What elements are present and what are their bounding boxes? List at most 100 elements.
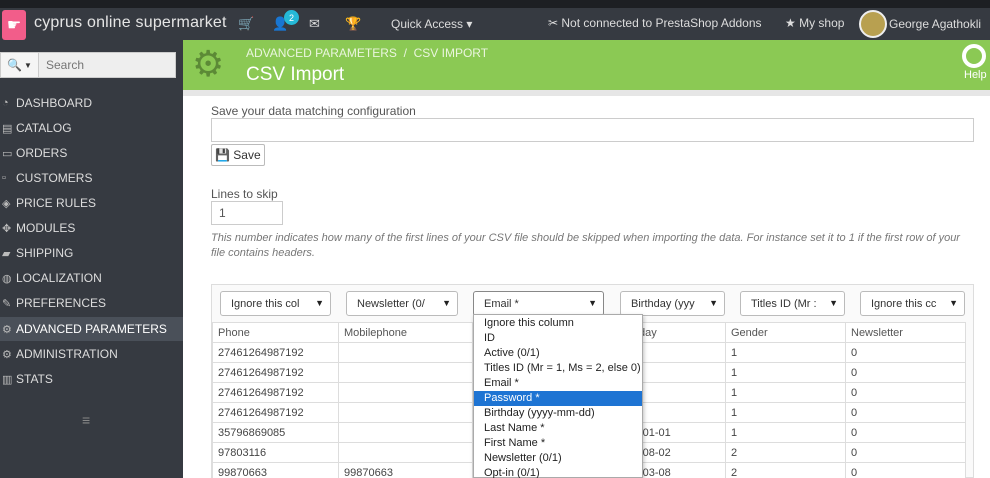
table-cell: 1	[725, 422, 846, 443]
sidebar-item-catalog[interactable]: ▤ CATALOG	[0, 116, 183, 140]
breadcrumb-separator: /	[403, 46, 407, 60]
browser-strip	[0, 0, 990, 8]
dropdown-option[interactable]: Last Name *	[474, 421, 642, 436]
dropdown-option[interactable]: Titles ID (Mr = 1, Ms = 2, else 0)	[474, 361, 642, 376]
table-cell: 27461264987192	[212, 342, 339, 363]
column-select-3[interactable]: Email * ▼	[473, 291, 604, 316]
column-select-2[interactable]: Newsletter (0/ ▼	[346, 291, 458, 316]
page-title: CSV Import	[246, 64, 345, 85]
wrench-icon: ✎	[2, 297, 12, 310]
lines-to-skip-help: This number indicates how many of the fi…	[211, 232, 960, 259]
breadcrumb-parent[interactable]: ADVANCED PARAMETERS	[246, 46, 397, 60]
cart-icon[interactable]: 🛒	[238, 16, 254, 32]
search-type-button[interactable]: 🔍 ▼	[1, 53, 39, 77]
dropdown-option[interactable]: Newsletter (0/1)	[474, 451, 642, 466]
notification-badge: 2	[284, 10, 299, 25]
sidebar-item-localization[interactable]: ◍ LOCALIZATION	[0, 266, 183, 290]
customers-icon: ▫	[2, 172, 6, 184]
dropdown-option-highlighted[interactable]: Password *	[474, 391, 642, 406]
prestashop-logo-icon[interactable]: ☛	[2, 10, 26, 40]
column-select-1[interactable]: Ignore this col ▼	[220, 291, 331, 316]
trophy-icon[interactable]: 🏆	[345, 16, 361, 32]
sidebar-item-label: SHIPPING	[16, 246, 74, 260]
table-cell	[338, 402, 473, 423]
breadcrumb: ADVANCED PARAMETERS / CSV IMPORT	[246, 46, 488, 60]
sidebar-item-label: DASHBOARD	[16, 96, 93, 110]
table-cell: 2	[725, 462, 846, 478]
envelope-icon[interactable]: ✉	[309, 16, 320, 32]
globe-icon: ◍	[2, 272, 12, 285]
table-cell: 1	[725, 342, 846, 363]
shop-name[interactable]: cyprus online supermarket	[34, 14, 227, 32]
sidebar-item-label: LOCALIZATION	[16, 271, 102, 285]
sidebar-item-dashboard[interactable]: ◔ DASHBOARD	[0, 91, 183, 115]
select-value: Ignore this col	[231, 297, 300, 310]
sidebar-item-administration[interactable]: ⚙ ADMINISTRATION	[0, 342, 183, 366]
column-select-dropdown-list: Ignore this column ID Active (0/1) Title…	[473, 314, 643, 478]
select-value: Ignore this cc	[871, 297, 937, 310]
table-cell	[633, 342, 726, 363]
help-lifebuoy-icon[interactable]	[962, 44, 986, 68]
caret-down-icon: ▼	[709, 298, 718, 308]
sidebar-item-stats[interactable]: ▥ STATS	[0, 367, 183, 391]
sidebar-item-price-rules[interactable]: ◈ PRICE RULES	[0, 191, 183, 215]
dropdown-option[interactable]: First Name *	[474, 436, 642, 451]
table-cell	[338, 442, 473, 463]
table-cell: 0	[845, 382, 966, 403]
lines-to-skip-input[interactable]: 1	[211, 201, 283, 225]
menu-collapse-icon[interactable]: ≡	[82, 412, 90, 428]
config-name-input[interactable]	[211, 118, 974, 142]
gears-icon: ⚙	[192, 43, 225, 84]
quick-access-menu[interactable]: Quick Access ▾	[391, 17, 472, 31]
column-select-4[interactable]: Birthday (yyy ▼	[620, 291, 725, 316]
table-cell: 0	[845, 362, 966, 383]
dropdown-option[interactable]: Ignore this column	[474, 316, 642, 331]
my-shop-link[interactable]: ★ My shop	[785, 16, 844, 30]
sidebar-item-label: CATALOG	[16, 121, 72, 135]
save-button-label: Save	[233, 148, 261, 162]
addons-status-link[interactable]: ✂ Not connected to PrestaShop Addons	[548, 16, 762, 30]
cog-icon: ⚙	[2, 348, 12, 361]
orders-icon: ▭	[2, 147, 13, 160]
dropdown-option[interactable]: Email *	[474, 376, 642, 391]
dropdown-option[interactable]: ID	[474, 331, 642, 346]
column-select-5[interactable]: Titles ID (Mr : ▼	[740, 291, 845, 316]
table-cell: 0	[845, 422, 966, 443]
help-label[interactable]: Help	[964, 69, 987, 81]
caret-down-icon: ▼	[588, 298, 597, 308]
table-cell	[338, 382, 473, 403]
table-cell: 99870663	[338, 462, 473, 478]
table-cell: 2	[725, 442, 846, 463]
sidebar-item-shipping[interactable]: ▰ SHIPPING	[0, 241, 183, 265]
table-header: day	[633, 322, 726, 343]
addons-status-text: Not connected to PrestaShop Addons	[561, 16, 762, 30]
search-icon: 🔍	[7, 58, 23, 72]
employee-name[interactable]: George Agathokli	[889, 17, 981, 31]
sidebar-item-modules[interactable]: ✥ MODULES	[0, 216, 183, 240]
select-value: Birthday (yyy	[631, 297, 695, 310]
sidebar-item-label: PRICE RULES	[16, 196, 97, 210]
avatar[interactable]	[859, 10, 887, 38]
sidebar-item-label: PREFERENCES	[16, 296, 107, 310]
floppy-icon: 💾	[215, 148, 231, 162]
dropdown-option[interactable]: Opt-in (0/1)	[474, 466, 642, 478]
table-cell: 0	[845, 342, 966, 363]
save-config-button[interactable]: 💾 Save	[211, 144, 265, 166]
table-header: Mobilephone	[338, 322, 473, 343]
sidebar-item-customers[interactable]: ▫ CUSTOMERS	[0, 166, 183, 190]
dropdown-option[interactable]: Active (0/1)	[474, 346, 642, 361]
column-select-6[interactable]: Ignore this cc ▼	[860, 291, 965, 316]
search-input[interactable]	[39, 53, 175, 77]
sidebar-item-advanced-parameters[interactable]: ⚙ ADVANCED PARAMETERS	[0, 317, 183, 341]
dropdown-option[interactable]: Birthday (yyyy-mm-dd)	[474, 406, 642, 421]
sidebar-item-preferences[interactable]: ✎ PREFERENCES	[0, 291, 183, 315]
table-cell: 27461264987192	[212, 382, 339, 403]
table-cell	[633, 402, 726, 423]
table-cell: 0	[845, 402, 966, 423]
sidebar-item-orders[interactable]: ▭ ORDERS	[0, 141, 183, 165]
addons-icon: ✂	[548, 16, 562, 30]
breadcrumb-current: CSV IMPORT	[413, 46, 489, 60]
chevron-down-icon: ▼	[24, 60, 32, 70]
table-cell: 1	[725, 402, 846, 423]
table-cell: 0	[845, 462, 966, 478]
